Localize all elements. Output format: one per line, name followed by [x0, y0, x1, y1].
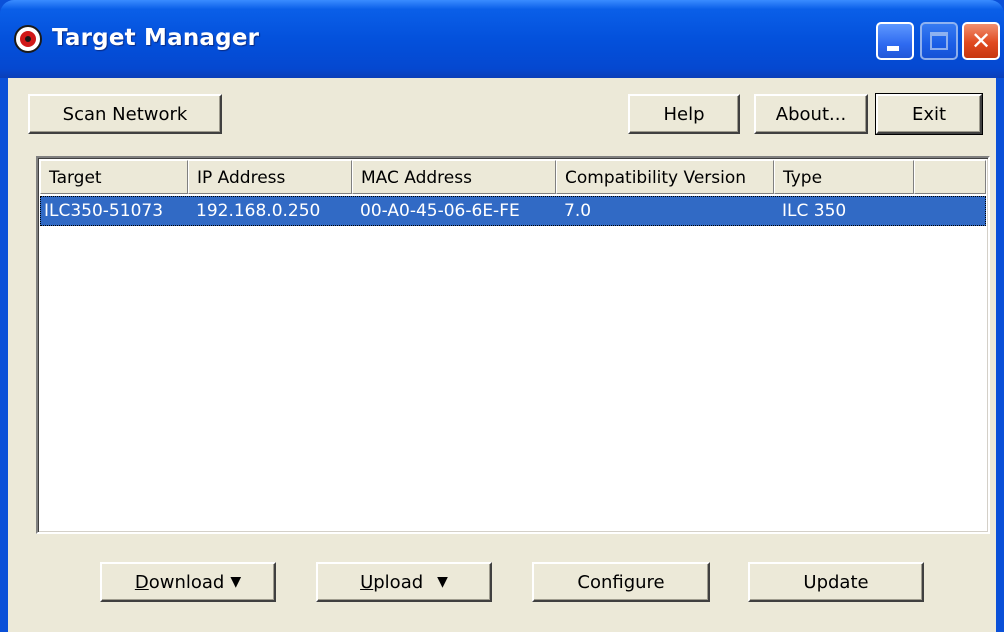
download-button[interactable]: Download ▼ [100, 562, 276, 602]
window-title: Target Manager [52, 25, 260, 51]
update-label: Update [803, 571, 869, 593]
cell-ip-address: 192.168.0.250 [196, 201, 321, 221]
minimize-icon [887, 46, 899, 51]
close-icon: ✕ [970, 27, 992, 55]
cell-compatibility-version: 7.0 [564, 201, 592, 221]
upload-label: Upload [360, 571, 424, 593]
column-header-target[interactable]: Target [40, 160, 188, 194]
configure-button[interactable]: Configure [532, 562, 710, 602]
caret-down-icon: ▼ [230, 574, 242, 590]
maximize-icon [930, 32, 948, 50]
cell-type: ILC 350 [782, 201, 847, 221]
help-label: Help [663, 103, 705, 125]
close-button[interactable]: ✕ [962, 22, 1000, 60]
dialog-body: Scan Network Help About... Exit Target I… [8, 78, 996, 632]
table-row[interactable]: ILC350-51073 192.168.0.250 00-A0-45-06-6… [40, 196, 986, 226]
help-button[interactable]: Help [628, 94, 740, 134]
target-app-icon[interactable] [14, 25, 42, 53]
download-label: Download [134, 571, 225, 593]
cell-mac-address: 00-A0-45-06-6E-FE [360, 201, 520, 221]
cell-target: ILC350-51073 [44, 201, 164, 221]
configure-label: Configure [577, 571, 665, 593]
target-manager-window: Target Manager ✕ Scan Network Help About… [0, 0, 1004, 632]
column-header-compatibility-version[interactable]: Compatibility Version [556, 160, 774, 194]
update-button[interactable]: Update [748, 562, 924, 602]
upload-label-rest: pload [373, 571, 424, 593]
exit-label: Exit [911, 103, 947, 125]
about-label: About... [775, 103, 847, 125]
caret-down-icon: ▼ [437, 574, 448, 590]
upload-button[interactable]: Upload ▼ [316, 562, 492, 602]
column-header-filler [914, 160, 986, 194]
column-header-mac-address[interactable]: MAC Address [352, 160, 556, 194]
column-header-ip-address[interactable]: IP Address [188, 160, 352, 194]
about-button[interactable]: About... [754, 94, 868, 134]
scan-network-button[interactable]: Scan Network [28, 94, 222, 134]
target-list[interactable]: Target IP Address MAC Address Compatibil… [36, 156, 990, 534]
download-label-rest: ownload [148, 571, 225, 593]
maximize-button [920, 22, 958, 60]
exit-button[interactable]: Exit [875, 93, 983, 135]
minimize-button[interactable] [876, 22, 914, 60]
column-header-type[interactable]: Type [774, 160, 914, 194]
title-bar[interactable]: Target Manager ✕ [0, 0, 1004, 78]
list-header: Target IP Address MAC Address Compatibil… [40, 160, 986, 194]
scan-network-label: Scan Network [62, 103, 188, 125]
